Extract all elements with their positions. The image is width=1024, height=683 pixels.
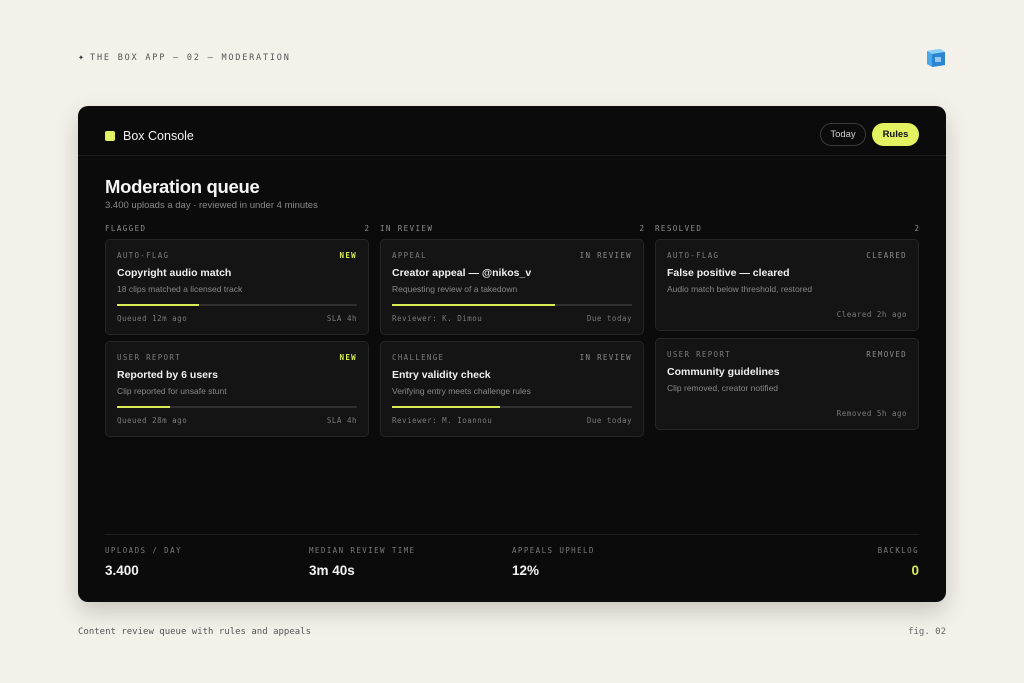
page-header: ✦ THE BOX APP — 02 — MODERATION xyxy=(78,52,291,63)
card-title: Reported by 6 users xyxy=(117,369,218,381)
card-due: Due today xyxy=(586,416,632,425)
stat-median-review: MEDIAN REVIEW TIME 3m 40s xyxy=(309,546,415,578)
card-footer: Removed 5h ago xyxy=(667,409,907,418)
page-subtitle: 3.400 uploads a day · reviewed in under … xyxy=(105,200,318,211)
card-title: Entry validity check xyxy=(392,369,491,381)
queue-card[interactable]: USER REPORT NEW Reported by 6 users Clip… xyxy=(105,341,369,437)
figure-caption: Content review queue with rules and appe… xyxy=(78,627,311,637)
sparkle-icon: ✦ xyxy=(78,52,85,63)
stat-value: 0 xyxy=(911,563,919,578)
status-badge: IN REVIEW xyxy=(579,251,632,260)
stat-backlog: BACKLOG 0 xyxy=(878,546,919,578)
brand-logo-icon xyxy=(105,131,115,141)
queue-card[interactable]: CHALLENGE IN REVIEW Entry validity check… xyxy=(380,341,644,437)
status-badge: IN REVIEW xyxy=(579,353,632,362)
card-meta: Queued 28m ago xyxy=(117,416,188,425)
stat-label: MEDIAN REVIEW TIME xyxy=(309,546,416,555)
card-description: Requesting review of a takedown xyxy=(392,284,518,294)
queue-card[interactable]: USER REPORT REMOVED Community guidelines… xyxy=(655,338,919,430)
stat-label: BACKLOG xyxy=(877,546,919,555)
card-title: Copyright audio match xyxy=(117,267,232,279)
card-description: Audio match below threshold, restored xyxy=(667,284,813,294)
column-count: 2 xyxy=(364,223,369,233)
progress-fill xyxy=(392,304,556,306)
stat-uploads: UPLOADS / DAY 3.400 xyxy=(105,546,182,578)
card-type: CHALLENGE xyxy=(392,353,445,362)
card-footer: Cleared 2h ago xyxy=(667,310,907,319)
page-header-label: THE BOX APP — 02 — MODERATION xyxy=(90,52,291,63)
progress-fill xyxy=(117,304,199,306)
column-title: IN REVIEW xyxy=(380,223,434,233)
column-header-flagged: FLAGGED 2 xyxy=(105,222,369,234)
card-description: Clip reported for unsafe stunt xyxy=(117,386,227,396)
brand: Box Console xyxy=(105,129,194,143)
card-sla: SLA 4h xyxy=(326,416,357,425)
box-console: Box Console Today Rules Moderation queue… xyxy=(78,106,946,602)
box-logo-icon xyxy=(927,49,945,67)
column-title: RESOLVED xyxy=(655,223,703,233)
progress-bar xyxy=(392,304,632,306)
card-sla: SLA 4h xyxy=(326,314,357,323)
page-title: Moderation queue xyxy=(105,176,260,197)
card-reviewer: Reviewer: K. Dimou xyxy=(392,314,483,323)
status-badge: CLEARED xyxy=(866,251,907,260)
card-footer: Queued 12m ago SLA 4h xyxy=(117,314,357,323)
progress-bar xyxy=(392,406,632,408)
brand-name: Box Console xyxy=(123,129,194,143)
stat-label: APPEALS UPHELD xyxy=(512,546,595,555)
card-type: AUTO-FLAG xyxy=(667,251,720,260)
column-count: 2 xyxy=(914,223,919,233)
queue-card[interactable]: AUTO-FLAG NEW Copyright audio match 18 c… xyxy=(105,239,369,335)
card-title: False positive — cleared xyxy=(667,267,790,279)
card-footer: Reviewer: K. Dimou Due today xyxy=(392,314,632,323)
stat-appeals: APPEALS UPHELD 12% xyxy=(512,546,595,578)
console-topbar: Box Console Today Rules xyxy=(78,106,946,156)
stat-value: 3m 40s xyxy=(309,563,355,578)
column-header-in-review: IN REVIEW 2 xyxy=(380,222,644,234)
column-header-resolved: RESOLVED 2 xyxy=(655,222,919,234)
progress-fill xyxy=(117,406,170,408)
progress-bar xyxy=(117,406,357,408)
queue-card[interactable]: AUTO-FLAG CLEARED False positive — clear… xyxy=(655,239,919,331)
figure-number: fig. 02 xyxy=(908,627,946,637)
card-type: APPEAL xyxy=(392,251,427,260)
progress-fill xyxy=(392,406,500,408)
card-type: AUTO-FLAG xyxy=(117,251,170,260)
column-title: FLAGGED xyxy=(105,223,147,233)
column-count: 2 xyxy=(639,223,644,233)
card-reviewer: Reviewer: M. Ioannou xyxy=(392,416,493,425)
card-resolved-time: Removed 5h ago xyxy=(836,409,907,418)
card-meta: Queued 12m ago xyxy=(117,314,188,323)
progress-bar xyxy=(117,304,357,306)
queue-card[interactable]: APPEAL IN REVIEW Creator appeal — @nikos… xyxy=(380,239,644,335)
status-badge: REMOVED xyxy=(866,350,907,359)
card-footer: Reviewer: M. Ioannou Due today xyxy=(392,416,632,425)
status-badge: NEW xyxy=(339,251,357,260)
today-button[interactable]: Today xyxy=(820,123,866,146)
stat-label: UPLOADS / DAY xyxy=(105,546,182,555)
card-description: 18 clips matched a licensed track xyxy=(117,284,243,294)
rules-button[interactable]: Rules xyxy=(872,123,919,146)
card-description: Clip removed, creator notified xyxy=(667,383,779,393)
stat-value: 12% xyxy=(512,563,540,578)
card-title: Creator appeal — @nikos_v xyxy=(392,267,532,279)
card-type: USER REPORT xyxy=(117,353,181,362)
stats-divider xyxy=(105,534,919,535)
card-footer: Queued 28m ago SLA 4h xyxy=(117,416,357,425)
card-resolved-time: Cleared 2h ago xyxy=(836,310,907,319)
card-description: Verifying entry meets challenge rules xyxy=(392,386,531,396)
card-due: Due today xyxy=(586,314,632,323)
card-type: USER REPORT xyxy=(667,350,731,359)
status-badge: NEW xyxy=(339,353,357,362)
card-title: Community guidelines xyxy=(667,366,780,378)
stat-value: 3.400 xyxy=(105,563,139,578)
